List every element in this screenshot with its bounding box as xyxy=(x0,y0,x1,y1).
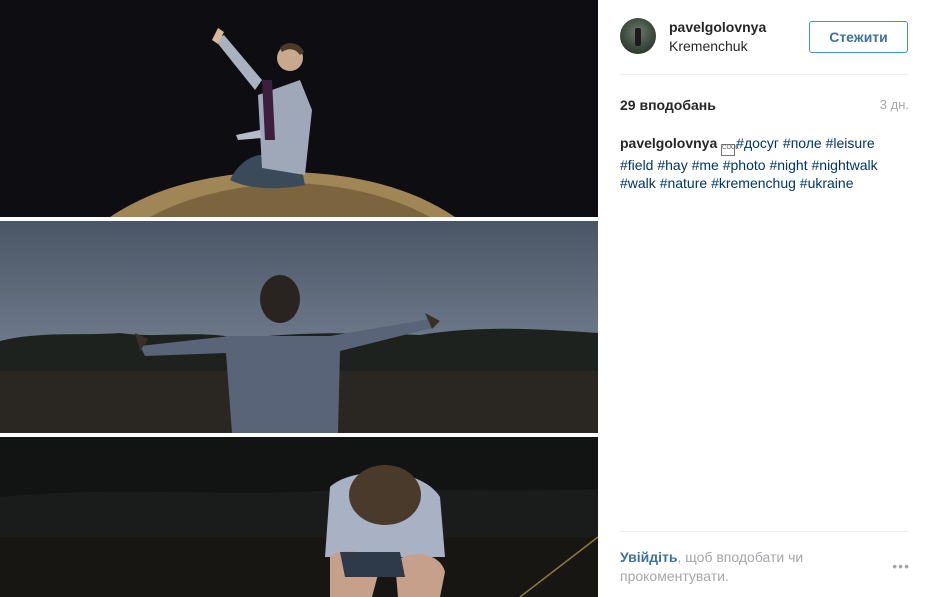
login-prompt: Увійдіть, щоб вподобати чи прокоментуват… xyxy=(620,548,850,586)
footer-divider xyxy=(620,531,908,532)
hashtag-link[interactable]: #ukraine xyxy=(800,175,854,191)
location-link[interactable]: Kremenchuk xyxy=(669,38,748,54)
cool-emoji-icon: COOL xyxy=(721,144,739,156)
hashtag-link[interactable]: #nightwalk xyxy=(812,157,878,173)
hashtag-link[interactable]: #поле xyxy=(783,135,822,151)
follow-button[interactable]: Стежити xyxy=(809,21,908,53)
username-link[interactable]: pavelgolovnya xyxy=(669,19,766,35)
caption: pavelgolovnya COOL#досуг #поле #leisure … xyxy=(620,134,910,192)
caption-author[interactable]: pavelgolovnya xyxy=(620,135,717,151)
photo-panel-field xyxy=(0,221,598,433)
more-options-icon[interactable]: ••• xyxy=(892,558,910,574)
hashtag-link[interactable]: #field xyxy=(620,157,653,173)
hashtag-link[interactable]: #walk xyxy=(620,175,656,191)
avatar[interactable] xyxy=(620,18,656,54)
hashtag-link[interactable]: #kremenchug xyxy=(711,175,796,191)
hashtag-link[interactable]: #досуг xyxy=(736,135,779,151)
photo-panel-sitting xyxy=(0,437,598,597)
hashtag-link[interactable]: #night xyxy=(769,157,807,173)
post-age[interactable]: 3 дн. xyxy=(880,97,909,112)
likes-count[interactable]: 29 вподобань xyxy=(620,97,716,113)
header-divider xyxy=(620,74,908,75)
hashtag-link[interactable]: #nature xyxy=(660,175,707,191)
hashtag-link[interactable]: #photo xyxy=(723,157,766,173)
login-link[interactable]: Увійдіть xyxy=(620,549,678,565)
hashtag-link[interactable]: #hay xyxy=(657,157,687,173)
post-photo[interactable] xyxy=(0,0,598,597)
hashtag-link[interactable]: #me xyxy=(692,157,719,173)
photo-panel-hay xyxy=(0,0,598,217)
post-sidebar: pavelgolovnya Kremenchuk Стежити 29 впод… xyxy=(598,0,928,597)
hashtag-link[interactable]: #leisure xyxy=(826,135,875,151)
